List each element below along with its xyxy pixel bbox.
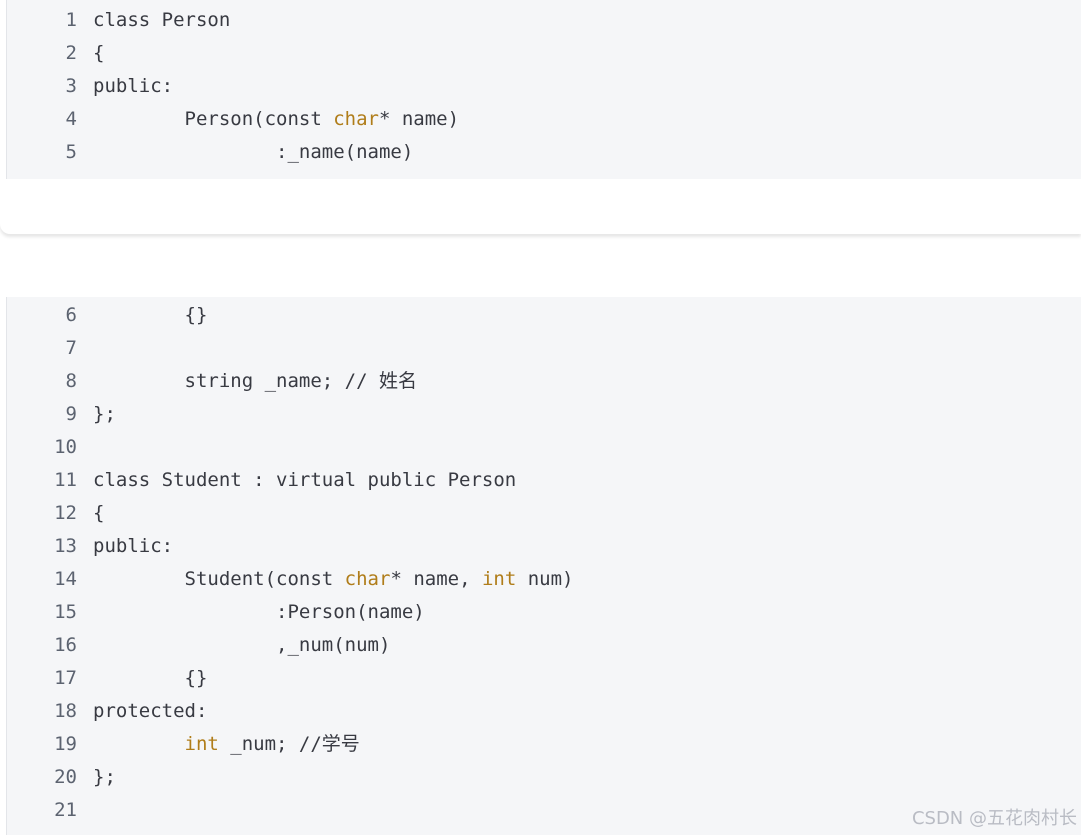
- code-text: public:: [93, 530, 173, 563]
- code-text: protected:: [93, 695, 207, 728]
- keyword-token: int: [184, 733, 219, 755]
- line-number: 4: [65, 108, 77, 130]
- code-token: public:: [93, 75, 174, 97]
- code-token: protected:: [93, 700, 208, 722]
- line-number: 6: [65, 304, 77, 326]
- code-token: Person(const: [93, 108, 334, 130]
- code-token: ,_num(num): [93, 634, 391, 656]
- line-number: 21: [54, 799, 77, 821]
- code-text: };: [93, 398, 116, 431]
- code-token: {}: [93, 304, 208, 326]
- line-number: 10: [54, 436, 77, 458]
- code-text: Student(const char* name, int num): [93, 563, 574, 596]
- code-text: };: [93, 761, 116, 794]
- code-token: num): [516, 568, 574, 590]
- keyword-token: char: [344, 568, 391, 590]
- code-block-top: 1 class Person 2 {3 public: 4 Person(const ch…: [6, 0, 1081, 179]
- keyword-token: char: [333, 108, 379, 130]
- code-text: :Person(name): [93, 596, 425, 629]
- code-token: string _name; // 姓名: [93, 370, 417, 392]
- code-text: string _name; // 姓名: [93, 365, 417, 398]
- code-token: {}: [93, 667, 208, 689]
- code-token: :_name(name): [93, 141, 414, 163]
- line-number: 18: [54, 700, 77, 722]
- code-token: };: [93, 766, 116, 788]
- line-number: 20: [54, 766, 77, 788]
- line-number: 14: [54, 568, 77, 590]
- code-text: {: [93, 37, 104, 70]
- line-number: 2: [65, 42, 77, 64]
- line-number: 12: [54, 502, 77, 524]
- line-number: 17: [54, 667, 77, 689]
- line-number: 1: [65, 9, 77, 31]
- code-token: public:: [93, 535, 174, 557]
- code-text: int _num; //学号: [93, 728, 360, 761]
- csdn-watermark: CSDN @五花肉村长: [911, 808, 1077, 829]
- code-token: class Person: [93, 9, 231, 31]
- code-token: * name): [378, 108, 460, 130]
- code-token: :Person(name): [93, 601, 425, 623]
- keyword-token: int: [481, 568, 517, 590]
- code-text: public:: [93, 70, 173, 103]
- line-number: 9: [65, 403, 77, 425]
- line-number: 5: [65, 141, 77, 163]
- code-block-bottom: 6 {} 7 8 string _name; // 姓名 9}; 10 11 class S…: [6, 297, 1081, 835]
- code-text: {}: [93, 299, 208, 332]
- code-text: class Student : virtual public Person: [93, 464, 516, 497]
- code-token: Student(const: [93, 568, 345, 590]
- code-text: Person(const char* name): [93, 103, 460, 136]
- code-token: class Student : virtual public Person: [93, 469, 517, 491]
- code-text: class Person: [93, 4, 230, 37]
- line-number: 11: [54, 469, 77, 491]
- line-number: 19: [54, 733, 77, 755]
- code-text: :_name(name): [93, 136, 413, 169]
- line-number: 3: [65, 75, 77, 97]
- code-token: {: [93, 42, 105, 64]
- code-token: _num; //学号: [218, 733, 360, 755]
- code-token: };: [93, 403, 116, 425]
- code-text: ,_num(num): [93, 629, 390, 662]
- line-number: 16: [54, 634, 77, 656]
- line-number: 7: [65, 337, 77, 359]
- line-number: 15: [54, 601, 77, 623]
- line-number: 8: [65, 370, 77, 392]
- code-text: {}: [93, 662, 208, 695]
- code-token: * name,: [390, 568, 482, 590]
- line-number: 13: [54, 535, 77, 557]
- page-gap-card: [0, 179, 1081, 234]
- code-token: {: [93, 502, 105, 524]
- code-text: {: [93, 497, 104, 530]
